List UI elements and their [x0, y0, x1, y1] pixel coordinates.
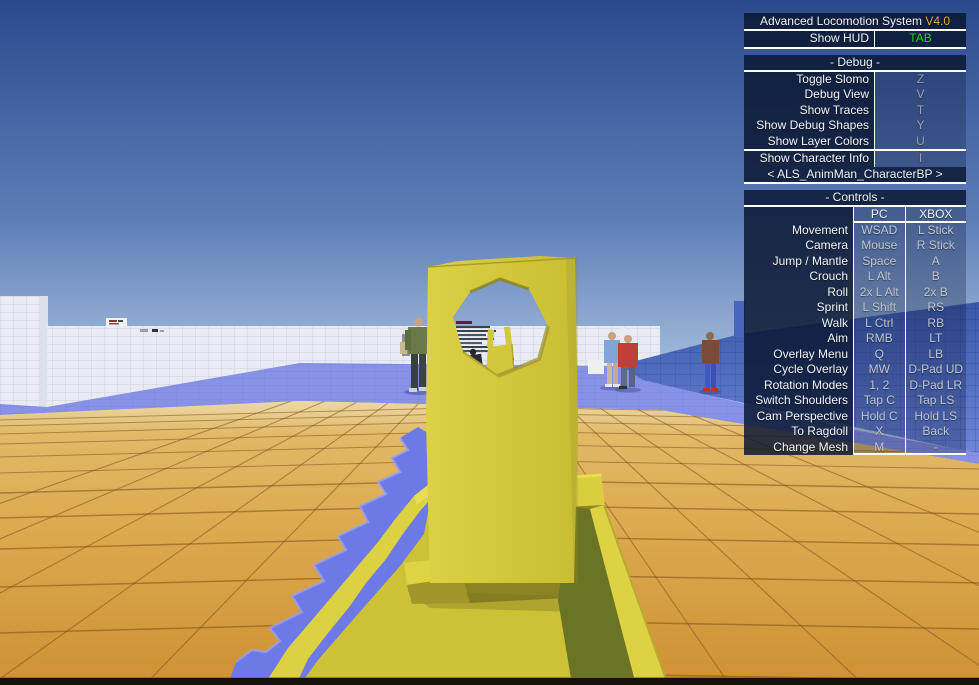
control-pc-key: 1, 2 — [853, 377, 905, 393]
debug-label: Toggle Slomo — [744, 71, 874, 87]
controls-row: Jump / Mantle Space A — [744, 253, 966, 269]
character-info-label: Show Character Info — [744, 151, 874, 167]
controls-row: Change Mesh M - — [744, 439, 966, 455]
control-label: Movement — [744, 222, 853, 238]
control-xbox-key: L Stick — [904, 222, 966, 238]
control-pc-key: M — [853, 439, 905, 455]
control-xbox-key: B — [904, 269, 966, 285]
controls-row: Sprint L Shift RS — [744, 300, 966, 316]
control-pc-key: Q — [853, 346, 905, 362]
debug-key: Y — [874, 118, 966, 134]
debug-label: Show Debug Shapes — [744, 118, 874, 134]
als-hud-panel: Advanced Locomotion System V4.0 Show HUD… — [744, 13, 966, 455]
control-label: Overlay Menu — [744, 346, 853, 362]
control-pc-key: Space — [853, 253, 905, 269]
controls-section-title: - Controls - — [744, 190, 966, 207]
debug-rows: Toggle Slomo Z Debug View V Show Traces T Show… — [744, 71, 966, 149]
control-pc-key: Hold C — [853, 408, 905, 424]
control-pc-key: Tap C — [853, 393, 905, 409]
control-label: Jump / Mantle — [744, 253, 853, 269]
control-xbox-key: D-Pad UD — [904, 362, 966, 378]
control-pc-key: L Alt — [853, 269, 905, 285]
control-pc-key: 2x L Alt — [853, 284, 905, 300]
controls-row: Rotation Modes 1, 2 D-Pad LR — [744, 377, 966, 393]
debug-key: T — [874, 102, 966, 118]
control-pc-key: L Ctrl — [853, 315, 905, 331]
controls-row: Cam Perspective Hold C Hold LS — [744, 408, 966, 424]
controls-row: Overlay Menu Q LB — [744, 346, 966, 362]
controls-rows: Movement WSAD L Stick Camera Mouse R Stick Jum… — [744, 222, 966, 455]
debug-row: Toggle Slomo Z — [744, 71, 966, 87]
control-xbox-key: Back — [904, 424, 966, 440]
show-hud-row: Show HUD TAB — [744, 31, 966, 49]
control-label: Aim — [744, 331, 853, 347]
debug-label: Debug View — [744, 87, 874, 103]
app-version: V4.0 — [925, 14, 951, 28]
hud-title: Advanced Locomotion System V4.0 — [744, 13, 966, 31]
control-xbox-key: R Stick — [904, 238, 966, 254]
control-label: Change Mesh — [744, 439, 853, 455]
debug-label: Show Layer Colors — [744, 133, 874, 149]
debug-key: Z — [874, 71, 966, 87]
control-pc-key: L Shift — [853, 300, 905, 316]
control-xbox-key: Tap LS — [904, 393, 966, 409]
control-xbox-key: 2x B — [904, 284, 966, 300]
control-pc-key: X — [853, 424, 905, 440]
control-xbox-key: Hold LS — [904, 408, 966, 424]
control-label: Walk — [744, 315, 853, 331]
control-xbox-key: LT — [904, 331, 966, 347]
bottom-bar — [0, 678, 979, 685]
control-pc-key: Mouse — [853, 238, 905, 254]
control-label: Crouch — [744, 269, 853, 285]
controls-header-row: PC XBOX — [744, 207, 966, 223]
character-info-key: I — [874, 151, 966, 167]
debug-row: Show Layer Colors U — [744, 133, 966, 149]
control-label: Camera — [744, 238, 853, 254]
control-pc-key: RMB — [853, 331, 905, 347]
control-xbox-key: RB — [904, 315, 966, 331]
show-hud-label: Show HUD — [744, 31, 874, 47]
control-label: Roll — [744, 284, 853, 300]
control-label: To Ragdoll — [744, 424, 853, 440]
debug-key: U — [874, 133, 966, 149]
character-name: < ALS_AnimMan_CharacterBP > — [744, 166, 966, 184]
control-xbox-key: D-Pad LR — [904, 377, 966, 393]
column-header-xbox: XBOX — [904, 207, 966, 223]
control-label: Sprint — [744, 300, 853, 316]
controls-row: Camera Mouse R Stick — [744, 238, 966, 254]
debug-label: Show Traces — [744, 102, 874, 118]
controls-row: Switch Shoulders Tap C Tap LS — [744, 393, 966, 409]
controls-row: Walk L Ctrl RB — [744, 315, 966, 331]
debug-row: Debug View V — [744, 87, 966, 103]
controls-row: Crouch L Alt B — [744, 269, 966, 285]
controls-row: Movement WSAD L Stick — [744, 222, 966, 238]
controls-row: Roll 2x L Alt 2x B — [744, 284, 966, 300]
debug-row: Show Debug Shapes Y — [744, 118, 966, 134]
control-xbox-key: RS — [904, 300, 966, 316]
show-hud-key: TAB — [874, 31, 966, 47]
game-viewport[interactable]: Advanced Locomotion System V4.0 Show HUD… — [0, 0, 979, 685]
controls-row: Aim RMB LT — [744, 331, 966, 347]
control-xbox-key: LB — [904, 346, 966, 362]
controls-row: Cycle Overlay StateMWD-Pad UD — [744, 362, 966, 392]
control-label: Rotation Modes — [744, 377, 853, 393]
control-xbox-key: - — [904, 439, 966, 455]
bottom-bar — [0, 677, 979, 678]
controls-row: To Ragdoll X Back — [744, 424, 966, 440]
control-pc-key: MW — [853, 362, 905, 378]
control-label: Switch Shoulders — [744, 393, 853, 409]
debug-row: Show Traces T — [744, 102, 966, 118]
app-name: Advanced Locomotion System — [759, 14, 923, 28]
control-label: Cycle Overlay State — [744, 362, 853, 392]
control-xbox-key: A — [904, 253, 966, 269]
column-header-pc: PC — [853, 207, 905, 223]
character-info-row: Show Character Info I — [744, 149, 966, 167]
debug-key: V — [874, 87, 966, 103]
control-pc-key: WSAD — [853, 222, 905, 238]
debug-section-title: - Debug - — [744, 54, 966, 72]
control-label: Cam Perspective — [744, 408, 853, 424]
